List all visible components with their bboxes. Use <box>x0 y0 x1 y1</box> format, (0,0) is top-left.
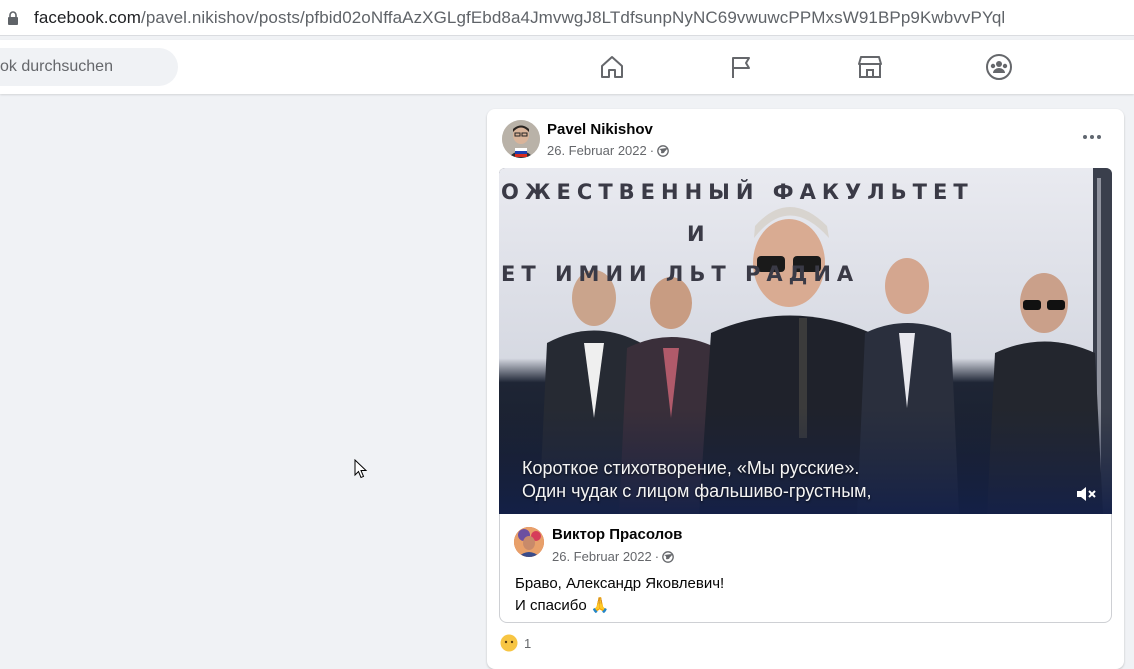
pages-nav-button[interactable] <box>726 52 756 82</box>
globe-icon <box>657 144 669 157</box>
shared-author-name[interactable]: Виктор Прасолов <box>552 526 682 543</box>
profile-photo <box>502 120 540 158</box>
shared-meta-separator: · <box>654 549 660 564</box>
browser-address-bar[interactable]: facebook.com/pavel.nikishov/posts/pfbid0… <box>0 0 1134 36</box>
sad-reaction-icon <box>500 634 518 652</box>
banner-text-line-2: И <box>687 222 711 246</box>
post-meta: 26. Februar 2022 · <box>547 143 669 158</box>
post-card: Pavel Nikishov 26. Februar 2022 · ОЖЕСТВ… <box>487 109 1124 669</box>
search-placeholder: ok durchsuchen <box>0 58 113 75</box>
lock-icon <box>8 11 18 25</box>
groups-nav-button[interactable] <box>984 52 1014 82</box>
banner-text-line-3: ЕТ ИМИИ ЛЬТ РАДИА <box>501 262 860 286</box>
url-path: /pavel.nikishov/posts/pfbid02oNffaAzXGLg… <box>141 8 1006 27</box>
shared-author-avatar[interactable] <box>514 527 544 557</box>
flag-icon <box>732 57 750 78</box>
author-avatar[interactable] <box>502 120 540 158</box>
video-player[interactable]: ОЖЕСТВЕННЫЙ ФАКУЛЬТЕТ И ЕТ ИМИИ ЛЬТ РАДИ… <box>499 168 1112 514</box>
globe-icon <box>662 550 674 563</box>
reaction-count: 1 <box>524 635 532 651</box>
shared-profile-photo <box>514 527 544 557</box>
video-subtitle-line-2: Один чудак с лицом фальшиво-грустным, <box>522 481 872 501</box>
banner-text-line-1: ОЖЕСТВЕННЫЙ ФАКУЛЬТЕТ <box>501 180 974 204</box>
shared-post-text-line-1: Браво, Александр Яковлевич! <box>515 575 725 592</box>
shared-post-meta: 26. Februar 2022 · <box>552 549 674 564</box>
url-host: facebook.com <box>34 8 142 27</box>
facebook-top-nav: ok durchsuchen <box>0 40 1134 94</box>
url-text[interactable]: facebook.com/pavel.nikishov/posts/pfbid0… <box>34 8 1005 28</box>
shared-post[interactable]: Виктор Прасолов 26. Februar 2022 · Браво… <box>499 514 1112 623</box>
post-date[interactable]: 26. Februar 2022 <box>547 143 647 158</box>
shared-post-text-line-2: И спасибо 🙏 <box>515 597 610 614</box>
meta-separator: · <box>649 143 655 158</box>
shared-post-date[interactable]: 26. Februar 2022 <box>552 549 652 564</box>
mouse-cursor-icon <box>354 459 368 479</box>
home-nav-button[interactable] <box>597 52 627 82</box>
post-author-name[interactable]: Pavel Nikishov <box>547 121 653 138</box>
reaction-summary[interactable]: 1 <box>500 634 531 652</box>
video-subtitle-line-1: Короткое стихотворение, «Мы русские». <box>522 458 860 478</box>
groups-icon <box>986 54 1012 80</box>
search-input[interactable]: ok durchsuchen <box>0 48 178 86</box>
marketplace-nav-button[interactable] <box>855 52 885 82</box>
marketplace-icon <box>858 56 882 78</box>
more-options-icon[interactable] <box>1080 129 1104 145</box>
home-icon <box>601 56 623 78</box>
mute-icon[interactable] <box>1075 484 1097 504</box>
